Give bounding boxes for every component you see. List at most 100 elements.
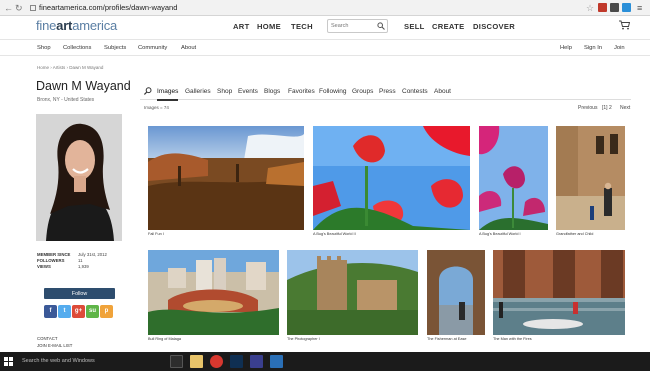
subnav-sign-in[interactable]: Sign In [584,45,602,52]
join-email-list-link[interactable]: JOIN E-MAIL LIST [37,343,72,348]
address-bar[interactable]: fineartamerica.com/profiles/dawn-wayand [30,2,588,13]
reload-icon[interactable]: ↻ [15,3,23,13]
artwork-caption[interactable]: The Photographer I [287,337,320,342]
followers-count: FOLLOWERS 11 [37,258,82,263]
tab-images[interactable]: Images [157,88,179,101]
cart-icon[interactable] [619,20,630,30]
member-since: MEMBER SINCE July 31st, 2012 [37,252,107,257]
app-icon[interactable] [270,355,283,368]
back-icon[interactable]: ← [4,3,13,13]
pagination-pages[interactable]: [1] 2 [602,105,612,111]
site-logo[interactable]: fineartamerica [36,19,117,33]
subnav-collections[interactable]: Collections [63,45,91,52]
artwork-image [313,126,470,230]
contact-link[interactable]: CONTACT [37,336,57,341]
twitter-icon[interactable]: t [58,305,71,318]
nav-home[interactable]: HOME [257,22,281,31]
page-icon [30,5,36,11]
artwork-caption[interactable]: A Bug's Beautiful World II [313,232,356,237]
logo-part: art [56,18,73,33]
search-input[interactable] [331,21,375,31]
artwork-thumbnail[interactable] [148,126,304,230]
artwork-image [148,250,279,335]
google-plus-icon[interactable]: g+ [72,305,85,318]
artwork-caption[interactable]: The Man with the Fires [493,337,532,342]
artwork-caption[interactable]: Bull Ring of Malaga [148,337,181,342]
tab-galleries[interactable]: Galleries [185,88,211,96]
tab-shop[interactable]: Shop [217,88,232,96]
app-icon[interactable] [250,355,263,368]
search-icon[interactable] [377,22,385,30]
artwork-image [479,126,548,230]
extension-icon[interactable] [598,3,607,12]
subnav-about[interactable]: About [181,45,196,52]
tab-favorites[interactable]: Favorites [288,88,315,96]
breadcrumb[interactable]: Home › Artists › Dawn M Wayand [37,65,103,70]
artwork-caption[interactable]: The Fisherman at Ease [427,337,466,342]
menu-icon[interactable]: ≡ [637,3,642,13]
subnav-community[interactable]: Community [138,45,167,52]
artwork-image [493,250,625,335]
search-icon[interactable] [144,87,152,95]
artwork-thumbnail[interactable] [556,126,625,230]
taskbar-search-input[interactable]: Search the web and Windows [22,358,95,364]
follow-button[interactable]: Follow [44,288,115,299]
tab-groups[interactable]: Groups [352,88,373,96]
facebook-icon[interactable]: f [44,305,57,318]
profile-name: Dawn M Wayand [36,79,131,93]
tab-events[interactable]: Events [238,88,258,96]
artwork-thumbnail[interactable] [479,126,548,230]
windows-start-icon[interactable] [4,357,13,366]
subnav-join[interactable]: Join [614,45,625,52]
artwork-image [148,126,304,230]
views-count: VIEWS 1,939 [37,264,89,269]
stat-value: 1,939 [78,264,89,269]
tab-press[interactable]: Press [379,88,396,96]
nav-sell[interactable]: SELL [404,22,425,31]
task-view-icon[interactable] [170,355,183,368]
artwork-thumbnail[interactable] [493,250,625,335]
artwork-caption[interactable]: Grandfather and Child [556,232,593,237]
tab-following[interactable]: Following [319,88,346,96]
artwork-thumbnail[interactable] [313,126,470,230]
artwork-thumbnail[interactable] [148,250,279,335]
nav-discover[interactable]: DISCOVER [473,22,515,31]
bookmark-star-icon[interactable]: ☆ [586,3,594,13]
profile-tabs: Images Galleries Shop Events Blogs Favor… [140,83,631,101]
site-header: fineartamerica ART HOME TECH SELL CREATE… [0,16,650,40]
nav-tech[interactable]: TECH [291,22,313,31]
artwork-image [427,250,485,335]
nav-art[interactable]: ART [233,22,250,31]
pagination-previous[interactable]: Previous [578,105,597,111]
stumbleupon-icon[interactable]: su [86,305,99,318]
tab-blogs[interactable]: Blogs [264,88,280,96]
tab-contests[interactable]: Contests [402,88,428,96]
file-explorer-icon[interactable] [190,355,203,368]
extension-icon[interactable] [610,3,619,12]
photoshop-icon[interactable] [230,355,243,368]
artwork-thumbnail[interactable] [287,250,418,335]
extension-icon[interactable] [622,3,631,12]
sub-navigation: Shop Collections Subjects Community Abou… [0,41,650,56]
logo-part: fine [36,18,57,33]
profile-portrait-image [36,114,122,241]
subnav-shop[interactable]: Shop [37,45,51,52]
stat-label: MEMBER SINCE [37,252,71,257]
artwork-image [556,126,625,230]
artwork-thumbnail[interactable] [427,250,485,335]
profile-photo [36,114,122,241]
artwork-image [287,250,418,335]
profile-location: Bronx, NY - United States [37,97,95,103]
site-search [327,19,388,33]
subnav-help[interactable]: Help [560,45,572,52]
stat-value: 11 [78,258,83,263]
subnav-subjects[interactable]: Subjects [104,45,126,52]
stat-label: FOLLOWERS [37,258,65,263]
pinterest-icon[interactable]: p [100,305,113,318]
pagination-next[interactable]: Next [620,105,630,111]
artwork-caption[interactable]: Fall Fun I [148,232,164,237]
chrome-icon[interactable] [210,355,223,368]
tab-about[interactable]: About [434,88,451,96]
nav-create[interactable]: CREATE [432,22,464,31]
artwork-caption[interactable]: A Bug's Beautiful World I [479,232,521,237]
